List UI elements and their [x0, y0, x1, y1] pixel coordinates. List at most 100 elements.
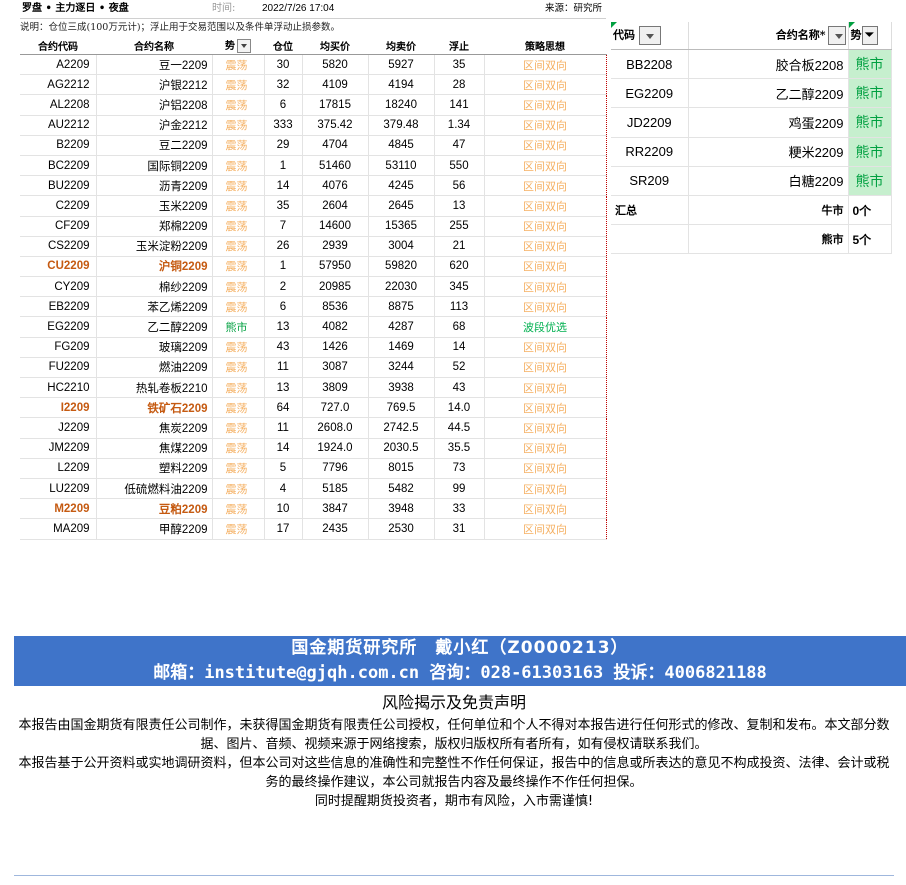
side-trend-cell[interactable]: 熊市 — [848, 49, 892, 80]
side-code-cell[interactable]: EG2209 — [611, 78, 689, 109]
trend-cell[interactable]: 震荡 — [212, 236, 265, 257]
side-col-code-header[interactable]: 代码 — [611, 22, 689, 50]
float-stop-cell[interactable]: 99 — [434, 478, 485, 500]
contract-name[interactable]: 沪铝2208 — [96, 94, 213, 116]
avg-sell-cell[interactable]: 8875 — [368, 296, 435, 318]
contract-code[interactable]: FG209 — [20, 337, 97, 358]
contract-code[interactable]: CS2209 — [20, 236, 97, 257]
col-code-header[interactable]: 合约代码 — [20, 36, 96, 55]
table-row[interactable]: I2209 铁矿石2209 震荡 64 727.0 769.5 14.0 区间双向 — [20, 397, 607, 419]
table-row[interactable]: FG209 玻璃2209 震荡 43 1426 1469 14 区间双向 — [20, 337, 607, 358]
avg-sell-cell[interactable]: 769.5 — [368, 397, 435, 419]
avg-sell-cell[interactable]: 4845 — [368, 135, 435, 156]
filter-dropdown-icon[interactable] — [639, 26, 661, 45]
table-row[interactable]: CY209 棉纱2209 震荡 2 20985 22030 345 区间双向 — [20, 276, 607, 298]
side-code-cell[interactable]: SR209 — [611, 166, 689, 196]
float-stop-cell[interactable]: 56 — [434, 175, 485, 197]
trend-cell[interactable]: 震荡 — [212, 478, 265, 500]
table-row[interactable]: CU2209 沪铜2209 震荡 1 57950 59820 620 区间双向 — [20, 256, 607, 278]
position-cell[interactable]: 14 — [264, 175, 303, 197]
side-trend-cell[interactable]: 熊市 — [848, 137, 892, 167]
contract-code[interactable]: EG2209 — [20, 316, 97, 338]
strategy-cell[interactable]: 区间双向 — [484, 276, 607, 298]
strategy-cell[interactable]: 区间双向 — [484, 518, 607, 540]
contract-name[interactable]: 玻璃2209 — [96, 337, 213, 358]
float-stop-cell[interactable]: 68 — [434, 316, 485, 338]
contract-code[interactable]: CU2209 — [20, 256, 97, 278]
avg-sell-cell[interactable]: 18240 — [368, 94, 435, 116]
avg-buy-cell[interactable]: 2608.0 — [302, 417, 369, 439]
position-cell[interactable]: 30 — [264, 54, 303, 76]
contract-code[interactable]: A2209 — [20, 54, 97, 76]
side-col-trend-header[interactable]: 势 ⏷ — [848, 22, 892, 50]
col-pos-header[interactable]: 仓位 — [264, 36, 302, 55]
avg-buy-cell[interactable]: 2939 — [302, 236, 369, 257]
avg-sell-cell[interactable]: 4287 — [368, 316, 435, 338]
avg-sell-cell[interactable]: 3004 — [368, 236, 435, 257]
position-cell[interactable]: 10 — [264, 498, 303, 520]
avg-buy-cell[interactable]: 4082 — [302, 316, 369, 338]
strategy-cell[interactable]: 区间双向 — [484, 498, 607, 520]
filter-dropdown-icon[interactable] — [827, 26, 846, 45]
trend-cell[interactable]: 震荡 — [212, 216, 265, 237]
col-stop-header[interactable]: 浮止 — [434, 36, 484, 55]
contract-code[interactable]: L2209 — [20, 458, 97, 479]
contract-name[interactable]: 豆粕2209 — [96, 498, 213, 520]
float-stop-cell[interactable]: 1.34 — [434, 115, 485, 136]
side-name-cell[interactable]: 胶合板2208 — [688, 49, 849, 80]
trend-cell[interactable]: 震荡 — [212, 276, 265, 298]
side-name-cell[interactable]: 粳米2209 — [688, 137, 849, 167]
table-row[interactable]: EG2209 乙二醇2209 熊市 13 4082 4287 68 波段优选 — [20, 316, 607, 338]
contract-code[interactable]: AU2212 — [20, 115, 97, 136]
bear-table-row[interactable]: JD2209 鸡蛋2209 熊市 — [611, 107, 892, 138]
contract-name[interactable]: 沪金2212 — [96, 115, 213, 136]
strategy-cell[interactable]: 区间双向 — [484, 175, 607, 197]
contract-code[interactable]: AL2208 — [20, 94, 97, 116]
table-row[interactable]: B2209 豆二2209 震荡 29 4704 4845 47 区间双向 — [20, 135, 607, 156]
avg-buy-cell[interactable]: 1924.0 — [302, 438, 369, 459]
avg-sell-cell[interactable]: 2742.5 — [368, 417, 435, 439]
contract-code[interactable]: EB2209 — [20, 296, 97, 318]
col-trend-header[interactable]: 势 — [212, 36, 264, 55]
avg-buy-cell[interactable]: 5185 — [302, 478, 369, 500]
avg-sell-cell[interactable]: 3948 — [368, 498, 435, 520]
contract-name[interactable]: 棉纱2209 — [96, 276, 213, 298]
contract-code[interactable]: JM2209 — [20, 438, 97, 459]
side-trend-cell[interactable]: 熊市 — [848, 166, 892, 196]
trend-cell[interactable]: 震荡 — [212, 458, 265, 479]
filter-dropdown-icon[interactable] — [237, 39, 251, 54]
position-cell[interactable]: 17 — [264, 518, 303, 540]
contract-name[interactable]: 燃油2209 — [96, 357, 213, 379]
table-row[interactable]: J2209 焦炭2209 震荡 11 2608.0 2742.5 44.5 区间双向 — [20, 417, 607, 439]
avg-buy-cell[interactable]: 375.42 — [302, 115, 369, 136]
contract-name[interactable]: 乙二醇2209 — [96, 316, 213, 338]
avg-sell-cell[interactable]: 2645 — [368, 195, 435, 217]
strategy-cell[interactable]: 区间双向 — [484, 458, 607, 479]
float-stop-cell[interactable]: 21 — [434, 236, 485, 257]
contract-code[interactable]: LU2209 — [20, 478, 97, 500]
contract-code[interactable]: I2209 — [20, 397, 97, 419]
table-row[interactable]: EB2209 苯乙烯2209 震荡 6 8536 8875 113 区间双向 — [20, 296, 607, 318]
contract-name[interactable]: 沪银2212 — [96, 74, 213, 96]
position-cell[interactable]: 333 — [264, 115, 303, 136]
avg-sell-cell[interactable]: 15365 — [368, 216, 435, 237]
contract-name[interactable]: 塑料2209 — [96, 458, 213, 479]
table-row[interactable]: JM2209 焦煤2209 震荡 14 1924.0 2030.5 35.5 区间双向 — [20, 438, 607, 459]
avg-buy-cell[interactable]: 2604 — [302, 195, 369, 217]
table-row[interactable]: BC2209 国际铜2209 震荡 1 51460 53110 550 区间双向 — [20, 155, 607, 177]
float-stop-cell[interactable]: 35.5 — [434, 438, 485, 459]
avg-buy-cell[interactable]: 17815 — [302, 94, 369, 116]
avg-sell-cell[interactable]: 4245 — [368, 175, 435, 197]
table-row[interactable]: AG2212 沪银2212 震荡 32 4109 4194 28 区间双向 — [20, 74, 607, 96]
table-row[interactable]: FU2209 燃油2209 震荡 11 3087 3244 52 区间双向 — [20, 357, 607, 379]
contract-name[interactable]: 豆二2209 — [96, 135, 213, 156]
contract-name[interactable]: 焦煤2209 — [96, 438, 213, 459]
position-cell[interactable]: 32 — [264, 74, 303, 96]
side-name-cell[interactable]: 乙二醇2209 — [688, 78, 849, 109]
table-row[interactable]: CS2209 玉米淀粉2209 震荡 26 2939 3004 21 区间双向 — [20, 236, 607, 257]
table-row[interactable]: M2209 豆粕2209 震荡 10 3847 3948 33 区间双向 — [20, 498, 607, 520]
position-cell[interactable]: 43 — [264, 337, 303, 358]
contract-name[interactable]: 热轧卷板2210 — [96, 377, 213, 399]
contract-code[interactable]: M2209 — [20, 498, 97, 520]
avg-sell-cell[interactable]: 8015 — [368, 458, 435, 479]
